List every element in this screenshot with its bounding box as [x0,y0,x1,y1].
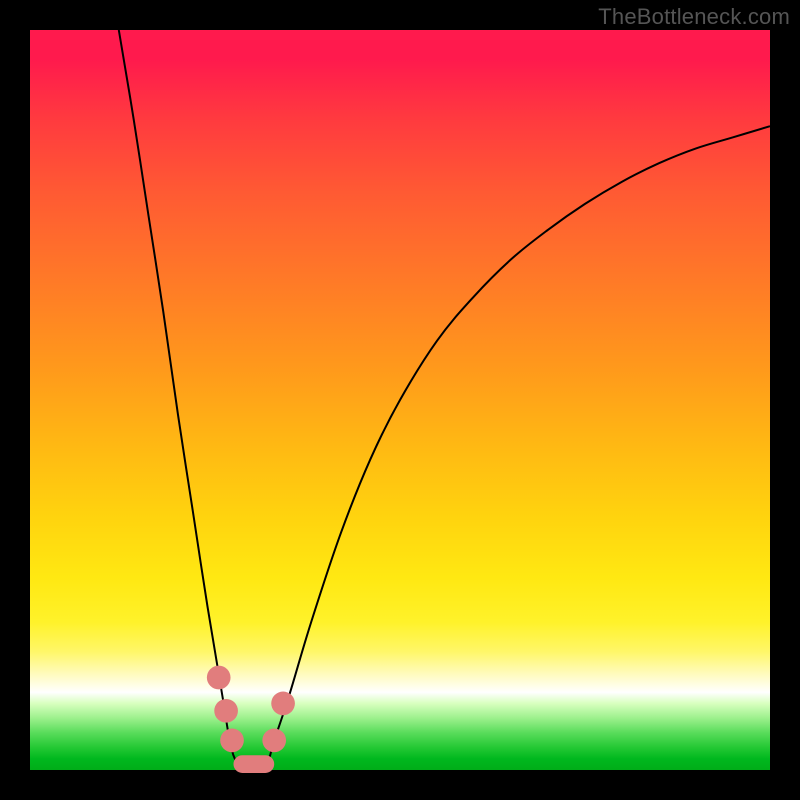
curve-marker-2 [220,729,244,753]
curve-layer [30,30,770,770]
curve-marker-3 [262,729,286,753]
watermark-text: TheBottleneck.com [598,4,790,30]
curve-marker-0 [207,666,231,690]
chart-stage: TheBottleneck.com [0,0,800,800]
curve-marker-4 [271,692,295,716]
bottleneck-curve [119,30,770,770]
curve-floor-segment [234,755,275,773]
plot-area [30,30,770,770]
curve-marker-1 [214,699,238,723]
